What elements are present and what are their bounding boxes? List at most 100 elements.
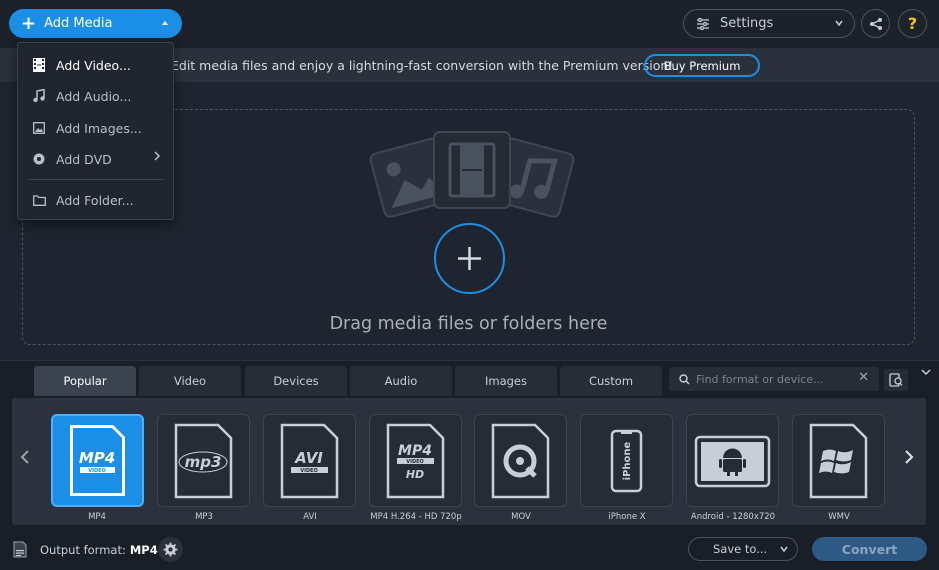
menu-item-add-images[interactable]: Add Images... [18,115,173,141]
settings-label: Settings [720,16,774,31]
banner-text: Edit media files and enjoy a lightning-f… [171,58,674,73]
film-icon [32,58,46,72]
quicktime-file-icon [491,423,550,499]
format-label: MP3 [195,512,213,522]
mp3-file-icon: mp3 [174,423,233,499]
output-format-label: Output format: [40,543,126,557]
file-icon-text: MP4 [79,449,115,467]
format-avi[interactable]: AVI VIDEO [263,414,356,507]
format-label: Android - 1280x720 [690,512,776,522]
iphone-icon: iPhone [610,429,643,493]
menu-item-label: Add Audio... [56,88,132,104]
media-files-illustration [369,131,575,218]
chevron-down-icon [921,369,931,376]
plus-icon [458,247,481,270]
file-icon-text: iPhone [622,441,633,480]
add-media-button[interactable]: + Add Media [9,9,182,38]
format-mp4[interactable]: MP4 VIDEO [51,414,144,507]
tab-devices[interactable]: Devices [245,366,347,396]
tab-popular[interactable]: Popular [34,366,136,396]
add-media-menu: Add Video... Add Audio... Add Images... … [17,42,174,220]
image-icon [32,121,46,135]
output-file-icon [13,541,27,558]
scroll-right-button[interactable] [904,448,914,469]
menu-item-label: Add Video... [56,57,131,73]
format-label: MP4 [88,512,106,522]
plus-icon: + [21,12,37,34]
menu-item-label: Add DVD [56,151,112,167]
tab-video[interactable]: Video [139,366,241,396]
file-icon-subtext: VIDEO [88,468,106,474]
avi-file-icon: AVI VIDEO [280,423,339,499]
format-mp3[interactable]: mp3 [157,414,250,507]
format-mp4-hd-720p[interactable]: MP4 VIDEO HD [369,414,462,507]
drop-hint: Drag media files or folders here [329,314,608,334]
format-iphone-x[interactable]: iPhone [580,414,673,507]
chevron-left-icon [20,450,29,464]
buy-premium-button[interactable]: Buy Premium [644,54,760,77]
format-search: ✕ [669,367,879,391]
chevron-up-icon [162,21,168,25]
close-icon[interactable]: ✕ [858,370,869,385]
collapse-panel-button[interactable] [916,363,936,381]
folder-icon [32,193,46,207]
help-button[interactable]: ? [898,9,927,38]
share-button[interactable] [861,9,890,38]
chevron-down-icon [835,20,843,27]
file-icon-hd-text: HD [406,468,424,481]
output-format-value: MP4 [129,543,158,557]
format-label: WMV [828,512,850,522]
format-wmv[interactable] [792,414,885,507]
search-input[interactable] [696,372,846,386]
menu-item-add-audio[interactable]: Add Audio... [18,83,173,109]
menu-item-add-folder[interactable]: Add Folder... [18,187,173,213]
tab-custom[interactable]: Custom [560,366,662,396]
detect-format-button[interactable] [884,369,908,391]
chevron-right-icon [153,151,161,164]
footer-bar: Output format: MP4 Save to... Convert [0,532,939,570]
file-icon-text: MP4 [398,443,432,459]
output-settings-button[interactable] [158,537,183,562]
convert-button[interactable]: Convert [812,537,927,561]
menu-item-label: Add Folder... [56,192,134,208]
mp4-file-icon: MP4 VIDEO [70,425,125,496]
file-icon-text: AVI [294,449,323,467]
windows-file-icon [809,423,868,499]
search-icon [679,373,690,385]
music-note-icon [32,89,46,103]
format-list: MP4 VIDEO MP4 mp3 MP3 AVI VIDEO AVI MP4 … [12,398,926,525]
settings-dropdown[interactable]: Settings [683,9,855,38]
save-to-dropdown[interactable]: Save to... [688,537,798,561]
add-files-button[interactable] [434,223,505,294]
add-media-label: Add Media [44,16,113,31]
format-label: MP4 H.264 - HD 720p [370,512,462,522]
gear-icon [163,542,178,557]
menu-item-label: Add Images... [56,120,142,136]
find-device-icon [889,373,903,387]
tab-images[interactable]: Images [455,366,557,396]
menu-item-add-video[interactable]: Add Video... [18,52,173,78]
sliders-icon [697,17,709,30]
file-icon-subtext: VIDEO [300,468,318,474]
share-icon [869,17,882,30]
menu-separator [28,179,163,180]
save-to-label: Save to... [713,542,768,556]
format-android-1280x720[interactable] [686,414,779,507]
mp4-hd-file-icon: MP4 VIDEO HD [386,423,445,499]
output-format: Output format: MP4 [40,543,158,557]
format-label: MOV [511,512,531,522]
tab-audio[interactable]: Audio [350,366,452,396]
format-mov[interactable] [474,414,567,507]
android-tablet-icon [694,435,771,488]
menu-item-add-dvd[interactable]: Add DVD [18,146,173,172]
disc-icon [32,152,46,166]
scroll-left-button[interactable] [20,448,30,469]
chevron-right-icon [905,450,914,464]
top-bar: + Add Media Settings ? [0,0,939,48]
file-icon-subtext: VIDEO [406,459,424,465]
format-label: AVI [303,512,317,522]
file-icon-text: mp3 [185,453,222,471]
format-label: iPhone X [608,512,646,522]
chevron-down-icon [780,546,788,553]
question-icon: ? [907,14,918,33]
